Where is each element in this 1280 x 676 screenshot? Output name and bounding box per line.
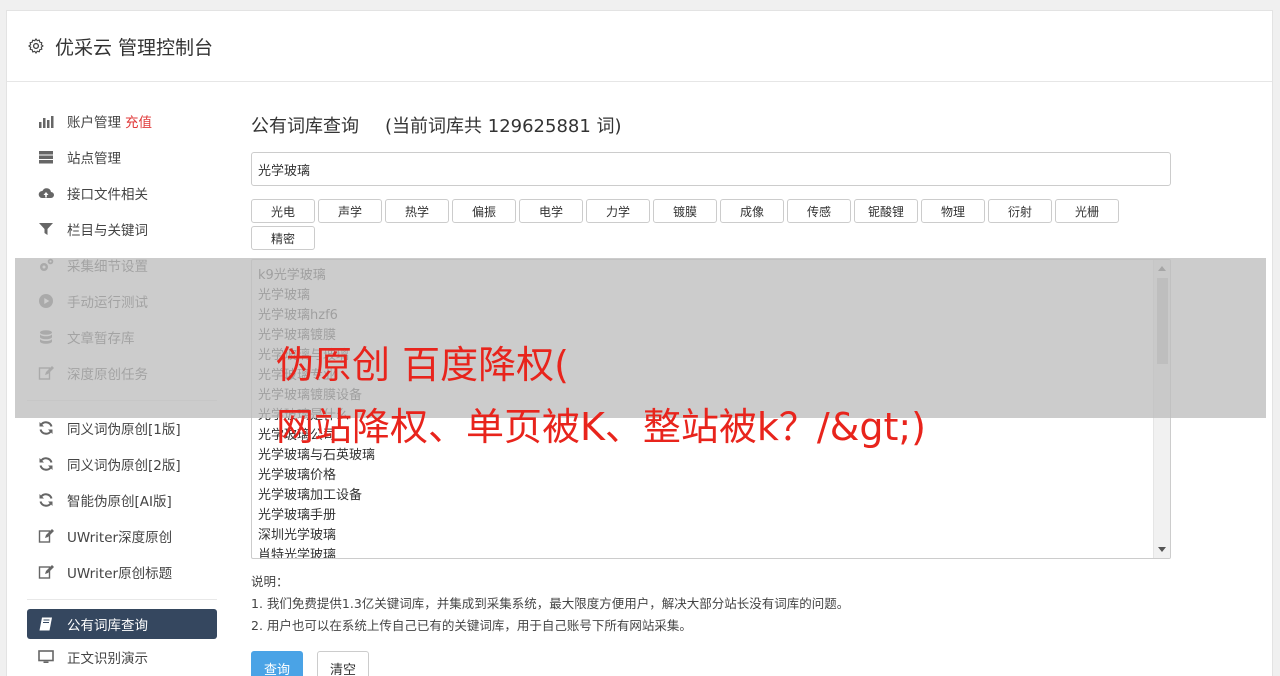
sidebar-item-label: UWriter深度原创 — [67, 530, 173, 546]
book-icon — [37, 616, 55, 632]
tag-button[interactable]: 镀膜 — [653, 199, 717, 223]
scroll-down-icon[interactable] — [1158, 547, 1166, 552]
refresh-icon — [37, 420, 55, 436]
lexicon-count: (当前词库共 129625881 词) — [385, 116, 622, 137]
keyword-search-input[interactable] — [251, 152, 1171, 186]
sidebar-item-group2-3[interactable]: UWriter深度原创 — [27, 518, 217, 554]
sidebar-item-label: UWriter原创标题 — [67, 566, 173, 582]
edit-icon — [37, 564, 55, 580]
refresh-icon — [37, 456, 55, 472]
refresh-icon — [37, 492, 55, 508]
result-item[interactable]: 光学玻璃价格 — [258, 466, 1170, 486]
tag-button[interactable]: 电学 — [519, 199, 583, 223]
recharge-link[interactable]: 充值 — [125, 111, 152, 131]
note-line: 1. 我们免费提供1.3亿关键词库，并集成到采集系统，最大限度方便用户，解决大部… — [251, 596, 850, 611]
tag-button[interactable]: 物理 — [921, 199, 985, 223]
sidebar-item-group1-2[interactable]: 接口文件相关 — [27, 175, 217, 211]
sidebar-item-group2-4[interactable]: UWriter原创标题 — [27, 554, 217, 590]
result-item[interactable]: 肖特光学玻璃 — [258, 546, 1170, 558]
tag-button[interactable]: 力学 — [586, 199, 650, 223]
tag-button[interactable]: 热学 — [385, 199, 449, 223]
top-bar: 优采云 管理控制台 — [7, 11, 1272, 82]
filter-icon — [37, 221, 55, 237]
tag-button[interactable]: 传感 — [787, 199, 851, 223]
monitor-icon — [37, 649, 55, 665]
tag-button[interactable]: 成像 — [720, 199, 784, 223]
tag-button[interactable]: 声学 — [318, 199, 382, 223]
sidebar-item-group2-1[interactable]: 同义词伪原创[2版] — [27, 446, 217, 482]
sidebar-item-label: 同义词伪原创[1版] — [67, 422, 181, 438]
bar-chart-icon — [37, 113, 55, 129]
sidebar-item-label: 站点管理 — [67, 151, 121, 167]
sidebar-item-group1-0[interactable]: 账户管理 充值 — [27, 103, 217, 139]
tag-button[interactable]: 衍射 — [988, 199, 1052, 223]
cloud-upload-icon — [37, 185, 55, 201]
overlay-line-2: 网站降权、单页被K、整站被k？/&gt;) — [276, 405, 927, 449]
sidebar-item-group1-1[interactable]: 站点管理 — [27, 139, 217, 175]
result-item[interactable]: 光学玻璃手册 — [258, 506, 1170, 526]
gear-icon — [28, 38, 44, 54]
sidebar-item-label: 智能伪原创[AI版] — [67, 494, 172, 510]
sidebar-item-label: 正文识别演示 — [67, 651, 148, 667]
clear-button[interactable]: 清空 — [317, 651, 370, 676]
result-item[interactable]: 光学玻璃加工设备 — [258, 486, 1170, 506]
sidebar-item-label: 公有词库查询 — [67, 618, 148, 634]
sidebar-item-label: 栏目与关键词 — [67, 223, 148, 239]
overlay-headline: 伪原创 百度降权( 网站降权、单页被K、整站被k？/&gt;) — [276, 334, 926, 458]
notes-title: 说明： — [251, 574, 289, 589]
sidebar-item-group3-0[interactable]: 公有词库查询 — [27, 609, 217, 639]
sidebar-item-label: 同义词伪原创[2版] — [67, 458, 181, 474]
notes: 说明： 1. 我们免费提供1.3亿关键词库，并集成到采集系统，最大限度方便用户，… — [251, 571, 1171, 637]
sidebar-item-label: 账户管理 — [67, 115, 121, 131]
query-button[interactable]: 查询 — [251, 651, 304, 676]
tag-button[interactable]: 偏振 — [452, 199, 516, 223]
tag-button[interactable]: 精密 — [251, 226, 315, 250]
result-item[interactable]: 深圳光学玻璃 — [258, 526, 1170, 546]
tag-button[interactable]: 铌酸锂 — [854, 199, 918, 223]
action-buttons: 查询 清空 — [251, 651, 1171, 676]
note-line: 2. 用户也可以在系统上传自己已有的关键词库，用于自己账号下所有网站采集。 — [251, 618, 692, 633]
sidebar-item-group3-1[interactable]: 正文识别演示 — [27, 639, 217, 675]
page-title: 公有词库查询 (当前词库共 129625881 词) — [251, 103, 1171, 147]
sidebar-item-group2-2[interactable]: 智能伪原创[AI版] — [27, 482, 217, 518]
edit-icon — [37, 528, 55, 544]
sidebar-divider — [27, 599, 217, 600]
page-title-text: 公有词库查询 — [251, 116, 359, 137]
sidebar-item-label: 接口文件相关 — [67, 187, 148, 203]
app-title: 优采云 管理控制台 — [55, 36, 214, 59]
category-tags: 光电 声学 热学 偏振 电学 力学 镀膜 成像 传感 铌酸锂 物理 衍射 光栅精密 — [251, 199, 1171, 250]
sidebar-item-group1-3[interactable]: 栏目与关键词 — [27, 211, 217, 247]
tag-button[interactable]: 光栅 — [1055, 199, 1119, 223]
tag-button[interactable]: 光电 — [251, 199, 315, 223]
server-icon — [37, 149, 55, 165]
overlay-line-1: 伪原创 百度降权( — [276, 343, 569, 387]
